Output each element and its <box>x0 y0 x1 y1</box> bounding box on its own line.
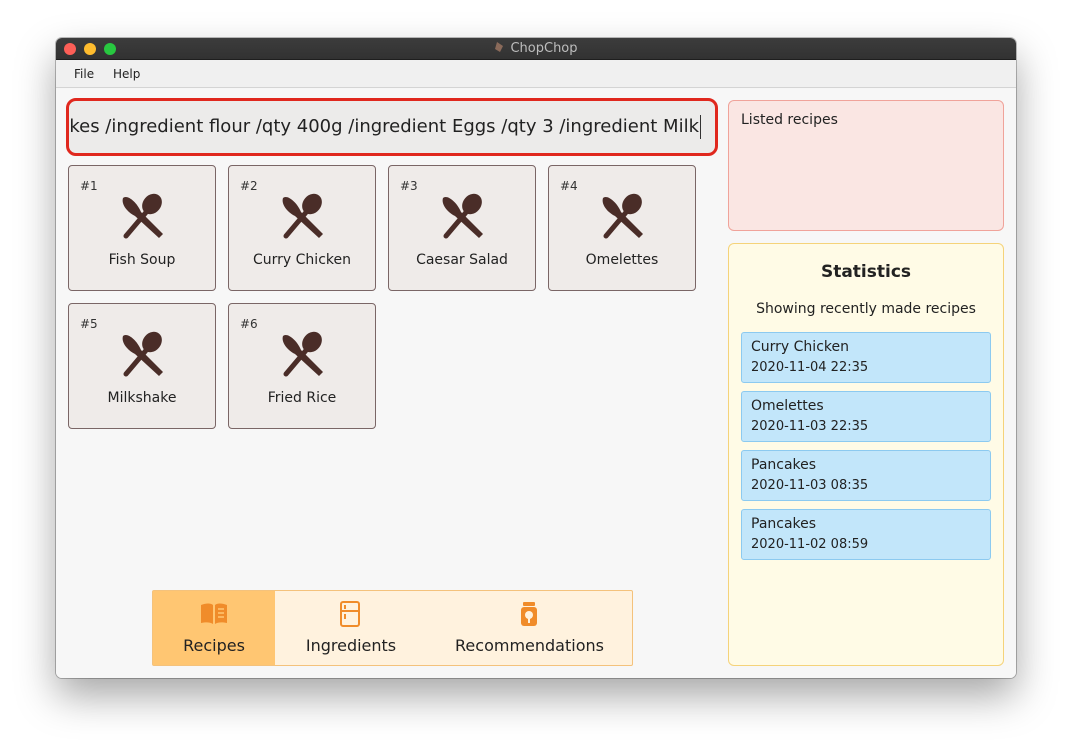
tab-recipes[interactable]: Recipes <box>153 591 275 665</box>
statistics-panel: Statistics Showing recently made recipes… <box>728 243 1004 666</box>
statistics-subtitle: Showing recently made recipes <box>756 301 976 317</box>
stat-recipe-name: Curry Chicken <box>751 339 849 355</box>
tab-label: Ingredients <box>305 636 397 655</box>
stat-recipe-name: Omelettes <box>751 398 824 414</box>
recipe-name: Fried Rice <box>267 390 337 406</box>
utensils-icon <box>282 193 323 239</box>
stat-timestamp: 2020-11-03 22:35 <box>751 419 869 434</box>
stat-timestamp: 2020-11-03 08:35 <box>751 478 869 493</box>
app-window: ChopChop File Help Pancakes /ingredient … <box>56 38 1016 678</box>
main-content: Pancakes /ingredient flour /qty 400g /in… <box>56 89 1016 678</box>
recipe-name: Omelettes <box>585 252 659 268</box>
recipe-name: Fish Soup <box>108 252 176 268</box>
stat-item[interactable]: Pancakes 2020-11-02 08:59 <box>741 509 991 560</box>
menu-file[interactable]: File <box>74 67 94 81</box>
utensils-icon <box>122 331 163 377</box>
utensils-icon <box>282 331 323 377</box>
menu-bar: File Help <box>56 60 1016 88</box>
recipe-card[interactable]: #5 Milkshake <box>68 303 216 429</box>
stat-timestamp: 2020-11-04 22:35 <box>751 360 869 375</box>
recipe-name: Milkshake <box>107 390 177 406</box>
recipe-card[interactable]: #1 Fish Soup <box>68 165 216 291</box>
command-input-text: Pancakes /ingredient flour /qty 400g /in… <box>69 115 701 139</box>
recipe-index: #5 <box>80 317 98 331</box>
utensils-icon <box>442 193 483 239</box>
recipe-index: #3 <box>400 179 418 193</box>
fridge-icon <box>340 601 360 627</box>
stat-item[interactable]: Curry Chicken 2020-11-04 22:35 <box>741 332 991 383</box>
utensils-icon <box>602 193 643 239</box>
window-title: ChopChop <box>510 41 578 56</box>
app-logo-icon <box>495 42 504 52</box>
tab-recommendations[interactable]: Recommendations <box>427 591 632 665</box>
recipe-name: Curry Chicken <box>253 252 351 268</box>
tab-ingredients[interactable]: Ingredients <box>275 591 427 665</box>
stat-item[interactable]: Pancakes 2020-11-03 08:35 <box>741 450 991 501</box>
tab-label: Recommendations <box>455 636 604 655</box>
listed-recipes-title: Listed recipes <box>741 112 838 128</box>
menu-help[interactable]: Help <box>113 67 140 81</box>
window-title-area: ChopChop <box>56 41 1016 56</box>
listed-recipes-panel: Listed recipes <box>728 100 1004 231</box>
recipe-card[interactable]: #6 Fried Rice <box>228 303 376 429</box>
recipe-card[interactable]: #4 Omelettes <box>548 165 696 291</box>
stat-recipe-name: Pancakes <box>751 457 817 473</box>
stat-timestamp: 2020-11-02 08:59 <box>751 537 869 552</box>
tab-bar: Recipes Ingredients Recommendations <box>152 590 633 666</box>
utensils-icon <box>122 193 163 239</box>
recipe-card[interactable]: #2 Curry Chicken <box>228 165 376 291</box>
stat-recipe-name: Pancakes <box>751 516 817 532</box>
title-bar: ChopChop <box>56 38 1016 60</box>
stat-item[interactable]: Omelettes 2020-11-03 22:35 <box>741 391 991 442</box>
command-input[interactable]: Pancakes /ingredient flour /qty 400g /in… <box>66 98 718 156</box>
recipe-card[interactable]: #3 Caesar Salad <box>388 165 536 291</box>
book-icon <box>201 603 227 624</box>
statistics-title: Statistics <box>820 262 912 282</box>
recipe-index: #4 <box>560 179 578 193</box>
tab-label: Recipes <box>183 636 245 655</box>
recipe-index: #1 <box>80 179 98 193</box>
recipe-index: #6 <box>240 317 258 331</box>
recipe-name: Caesar Salad <box>416 252 508 268</box>
bulb-icon <box>521 602 537 626</box>
recipe-index: #2 <box>240 179 258 193</box>
